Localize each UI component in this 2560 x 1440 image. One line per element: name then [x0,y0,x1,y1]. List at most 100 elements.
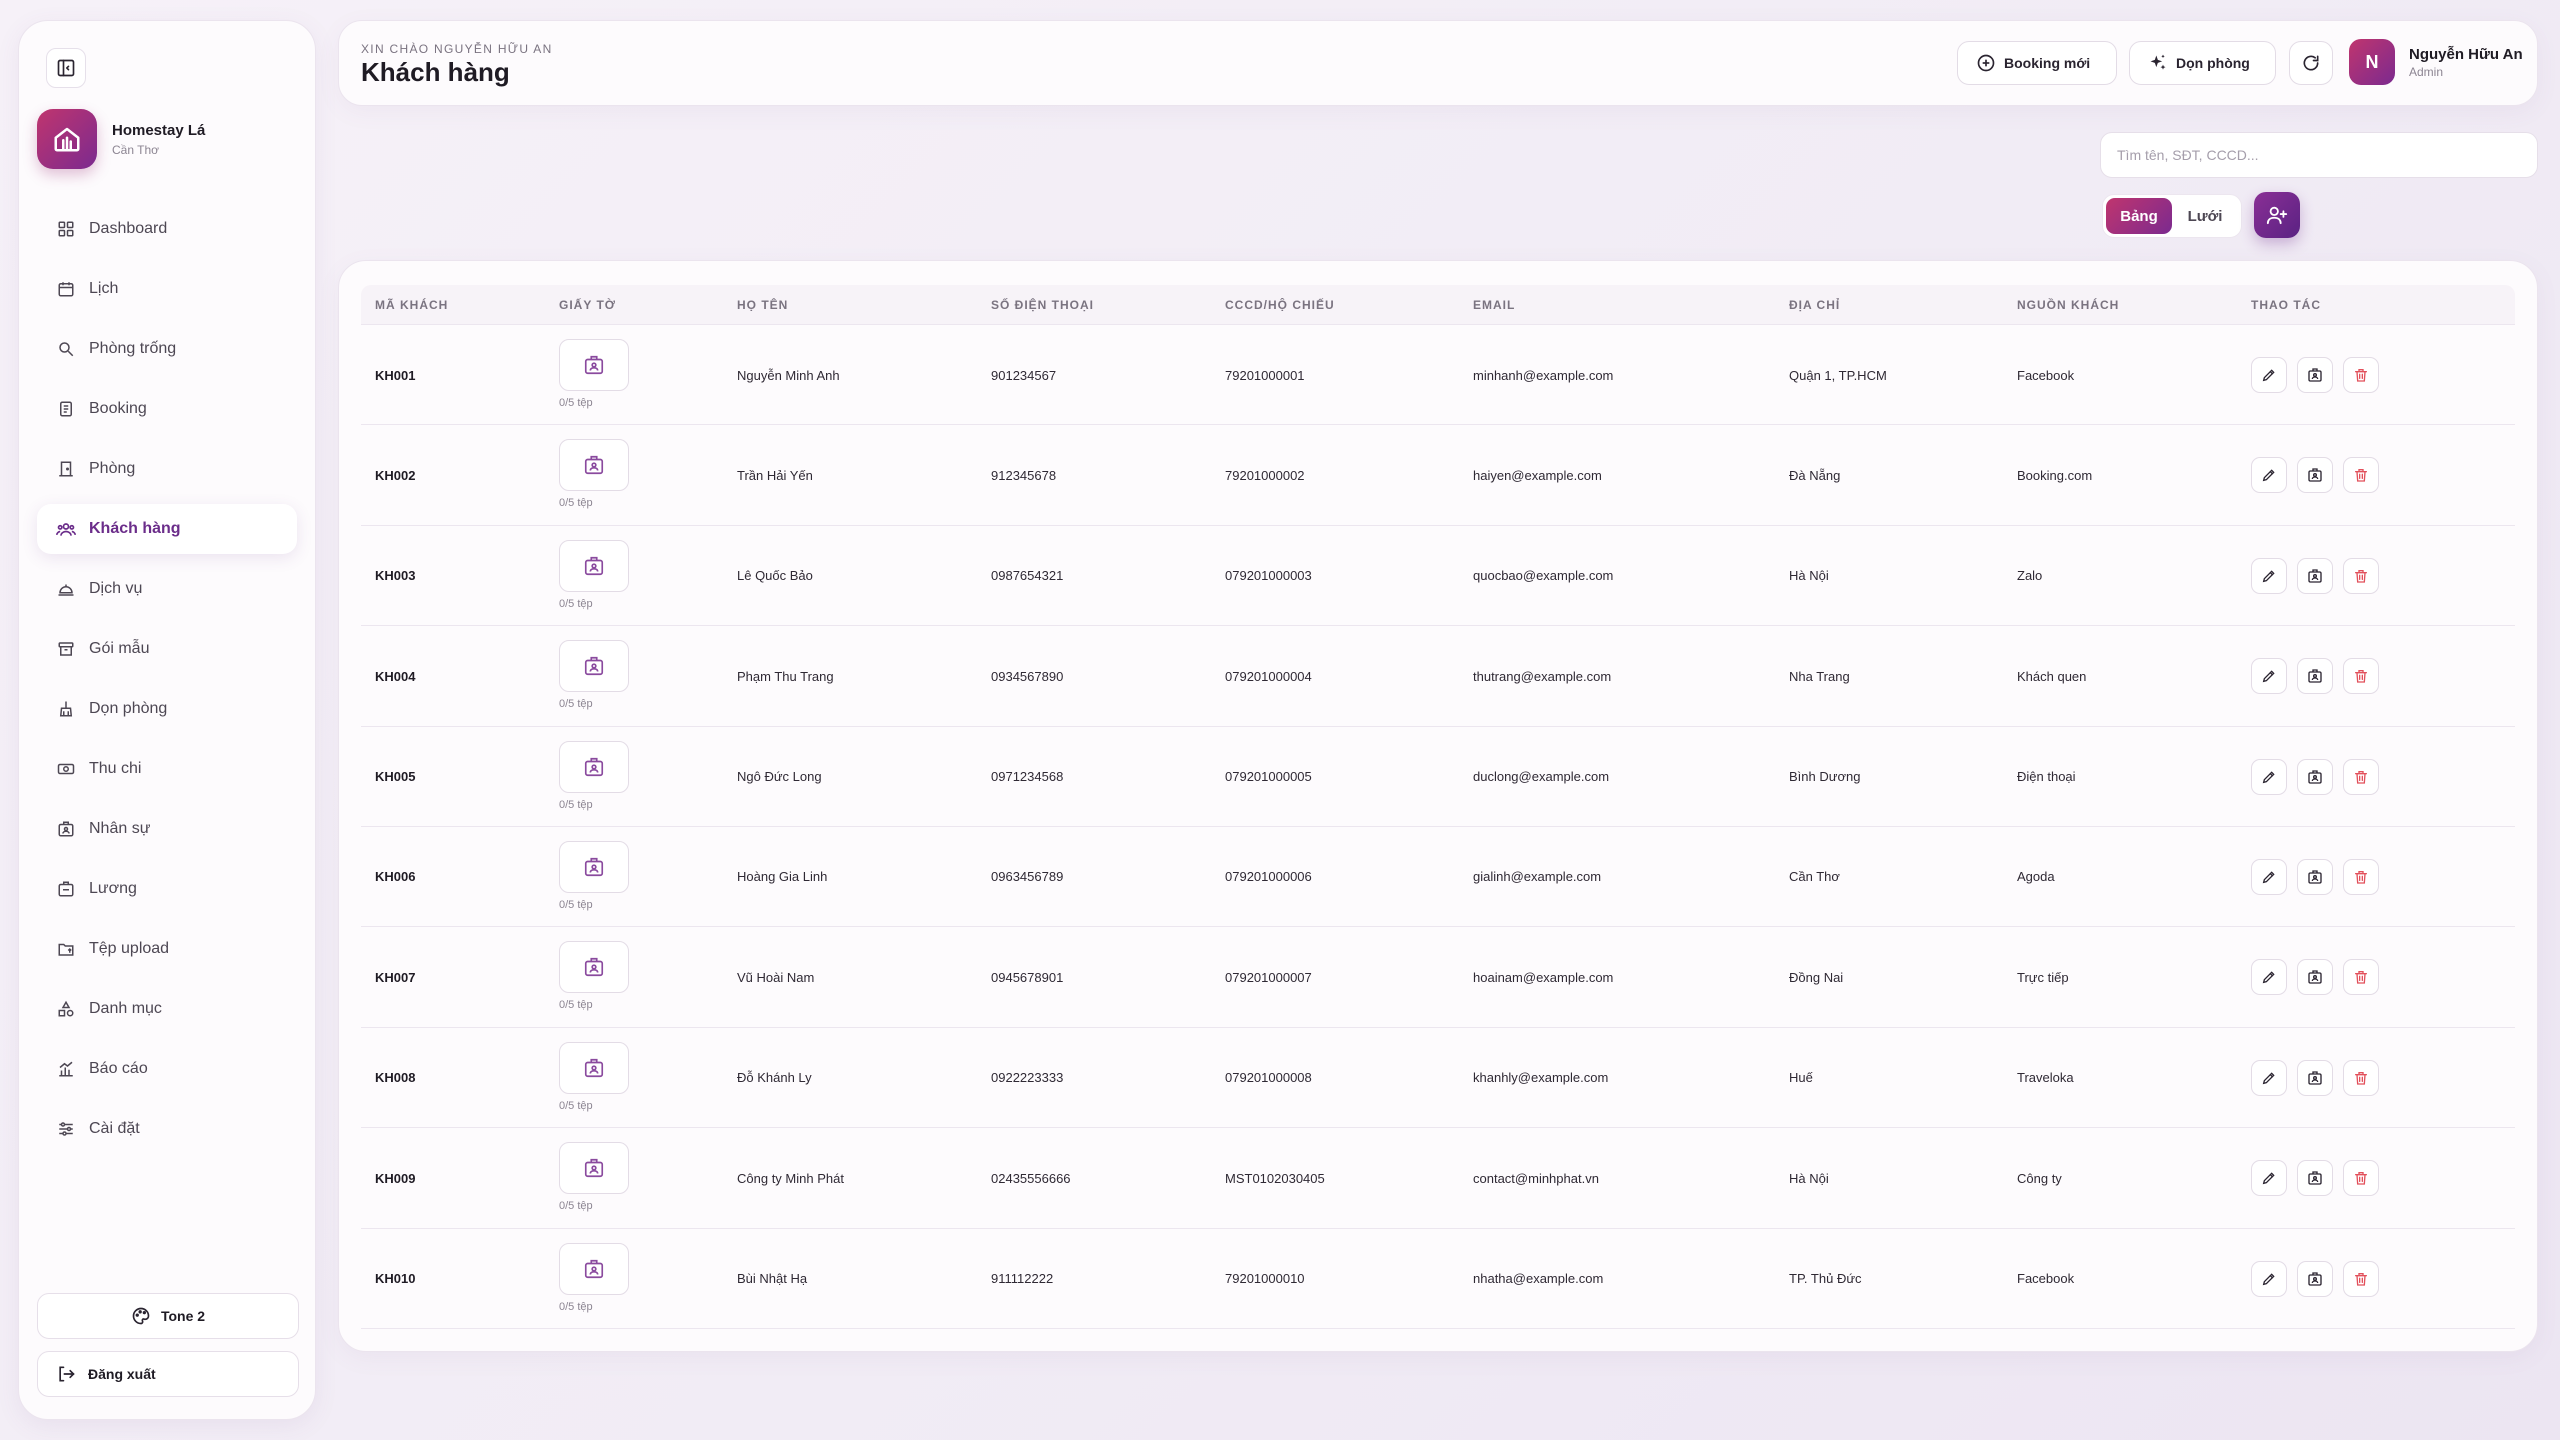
documents-button[interactable] [2297,1059,2333,1096]
sidebar-item-label: Thu chi [89,760,142,777]
sidebar-item-salary[interactable]: Lương [37,864,297,914]
housekeeping-button[interactable]: Dọn phòng [2129,41,2276,85]
sidebar-item-rooms[interactable]: Phòng [37,444,297,494]
customer-code: KH010 [375,1271,416,1287]
id-card-icon [583,555,605,577]
upload-document-button[interactable] [559,941,629,994]
sidebar-item-uploads[interactable]: Tệp upload [37,924,297,974]
new-booking-button[interactable]: Booking mới [1957,41,2117,85]
logout-button[interactable]: Đăng xuất [37,1351,299,1397]
edit-button[interactable] [2251,658,2287,695]
delete-button[interactable] [2343,557,2379,594]
customer-source: Zalo [2017,568,2043,584]
sidebar-item-label: Lịch [89,280,119,297]
edit-button[interactable] [2251,1260,2287,1297]
documents-button[interactable] [2297,959,2333,996]
documents-button[interactable] [2297,557,2333,594]
tone-button[interactable]: Tone 2 [37,1293,299,1339]
broom-icon [55,698,77,720]
sidebar-item-finance[interactable]: Thu chi [37,744,297,794]
delete-button[interactable] [2343,357,2379,393]
documents-button[interactable] [2297,457,2333,494]
upload-document-button[interactable] [559,640,629,693]
delete-button[interactable] [2343,959,2379,996]
delete-button[interactable] [2343,1059,2379,1096]
row-actions [2251,557,2389,594]
upload-document-button[interactable] [559,339,629,391]
customer-phone: 0922223333 [991,1070,1064,1086]
documents-button[interactable] [2297,1260,2333,1297]
sidebar-collapse-button[interactable] [46,48,86,88]
sidebar-item-staff[interactable]: Nhân sự [37,804,297,854]
edit-button[interactable] [2251,357,2287,393]
user-profile[interactable]: N Nguyễn Hữu An Admin [2349,39,2523,85]
view-toggle: Bảng Lưới [2102,194,2242,238]
logout-icon [56,1364,76,1384]
edit-button[interactable] [2251,457,2287,494]
documents-button[interactable] [2297,758,2333,795]
document-count: 0/5 tệp [559,698,593,711]
sidebar-item-categories[interactable]: Danh mục [37,984,297,1034]
id-card-icon [2307,1271,2323,1287]
edit-button[interactable] [2251,557,2287,594]
sidebar-item-settings[interactable]: Cài đặt [37,1104,297,1154]
sidebar-item-dashboard[interactable]: Dashboard [37,204,297,254]
customer-address: Hà Nội [1789,568,1829,584]
customer-email: duclong@example.com [1473,769,1610,785]
sidebar-item-calendar[interactable]: Lịch [37,264,297,314]
upload-document-button[interactable] [559,439,629,492]
upload-document-button[interactable] [559,1242,629,1295]
customer-code: KH005 [375,769,416,785]
column-header: THAO TÁC [2251,298,2321,312]
upload-document-button[interactable] [559,539,629,592]
sidebar-toggle-icon [56,58,76,78]
sidebar-item-housekeeping[interactable]: Dọn phòng [37,684,297,734]
sidebar-item-customers[interactable]: Khách hàng [37,504,297,554]
edit-button[interactable] [2251,858,2287,895]
document-count: 0/5 tệp [559,798,593,811]
sidebar-item-label: Dịch vụ [89,580,143,597]
delete-button[interactable] [2343,658,2379,695]
delete-button[interactable] [2343,758,2379,795]
customer-name: Ngô Đức Long [737,769,822,785]
customer-phone: 0945678901 [991,969,1064,985]
edit-button[interactable] [2251,1160,2287,1197]
edit-button[interactable] [2251,1059,2287,1096]
upload-document-button[interactable] [559,1142,629,1195]
sidebar-item-packages[interactable]: Gói mẫu [37,624,297,674]
pencil-icon [2261,1170,2277,1186]
documents-button[interactable] [2297,1160,2333,1197]
edit-button[interactable] [2251,758,2287,795]
upload-document-button[interactable] [559,740,629,793]
documents-button[interactable] [2297,658,2333,695]
calendar-icon [55,278,77,300]
upload-document-button[interactable] [559,1041,629,1094]
delete-button[interactable] [2343,858,2379,895]
delete-button[interactable] [2343,457,2379,494]
documents-button[interactable] [2297,357,2333,393]
upload-document-button[interactable] [559,840,629,893]
documents-button[interactable] [2297,858,2333,895]
column-header: MÃ KHÁCH [375,298,449,312]
sidebar-item-reports[interactable]: Báo cáo [37,1044,297,1094]
table-row: KH006 0/5 tệp Hoàng Gia Linh 0963456789 … [361,827,2515,928]
view-table-button[interactable]: Bảng [2106,198,2172,234]
pencil-icon [2261,1070,2277,1086]
refresh-button[interactable] [2289,41,2333,85]
column-header: ĐỊA CHỈ [1789,298,1841,312]
delete-button[interactable] [2343,1260,2379,1297]
delete-button[interactable] [2343,1160,2379,1197]
tone-label: Tone 2 [160,1308,206,1324]
edit-button[interactable] [2251,959,2287,996]
add-customer-button[interactable] [2254,192,2300,238]
id-card-icon [2307,1170,2323,1186]
view-grid-button[interactable]: Lưới [2172,198,2238,234]
id-card-icon [583,454,605,476]
documents-cell: 0/5 tệp [559,339,629,409]
sidebar-item-booking[interactable]: Booking [37,384,297,434]
id-card-icon [2307,568,2323,584]
customer-source: Facebook [2017,367,2075,383]
sidebar-item-available-rooms[interactable]: Phòng trống [37,324,297,374]
sidebar-item-services[interactable]: Dịch vụ [37,564,297,614]
search-input[interactable] [2100,132,2538,178]
